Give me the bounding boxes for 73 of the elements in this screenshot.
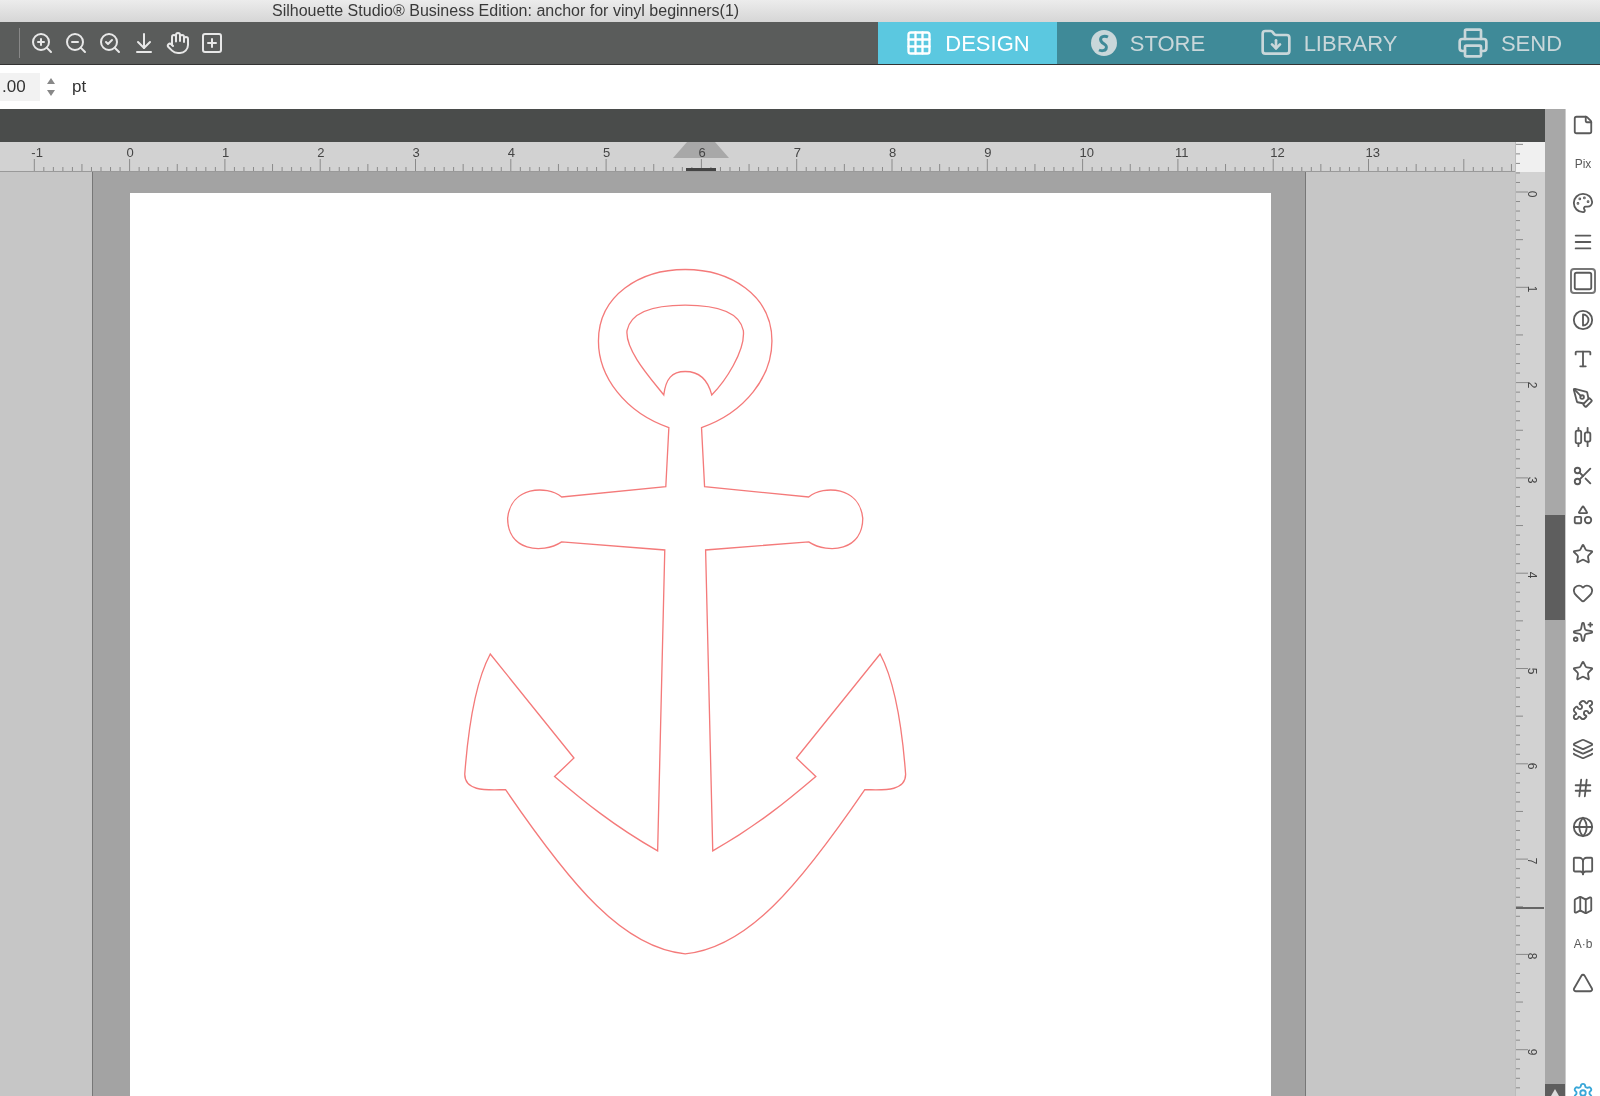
sparkles-icon: [1572, 621, 1594, 643]
shapes-icon: [1572, 504, 1594, 526]
book-icon: [1572, 855, 1594, 877]
square-icon: [1572, 270, 1594, 292]
panel-button[interactable]: [1570, 697, 1596, 723]
ruler-label: 1: [221, 144, 230, 162]
scrollbar-thumb[interactable]: [1545, 515, 1565, 620]
heart-icon: [1572, 582, 1594, 604]
star-icon: [1572, 660, 1594, 682]
panel-button[interactable]: [1570, 190, 1596, 216]
panel-button[interactable]: [1570, 268, 1596, 294]
ruler-label: 4: [1526, 571, 1539, 579]
layers-icon: [1572, 738, 1594, 760]
panel-button[interactable]: A·b: [1570, 931, 1596, 957]
ruler-label: 3: [1526, 476, 1539, 484]
grid-icon: [905, 29, 934, 57]
ruler-label: -1: [31, 144, 43, 162]
ruler-label: 6: [698, 144, 706, 162]
ruler-label: 11: [1174, 144, 1189, 162]
nav-tab[interactable]: LIBRARY: [1238, 22, 1419, 64]
ruler-label: 2: [1526, 381, 1539, 388]
nav-tab[interactable]: DESIGN: [878, 22, 1057, 64]
ruler-label: 2: [317, 144, 325, 162]
nav-tab[interactable]: STORE: [1057, 22, 1238, 64]
scissors-icon: [1572, 465, 1594, 487]
ruler-label: 1: [1526, 285, 1539, 293]
stepper-icon[interactable]: [46, 76, 56, 98]
type-icon: [1572, 348, 1594, 370]
ruler-label: 0: [1526, 190, 1539, 198]
zoom-in-icon[interactable]: [30, 31, 54, 55]
ruler-label: 9: [1526, 1048, 1539, 1056]
fit-page-icon[interactable]: [200, 31, 224, 55]
page-icon: [1572, 114, 1594, 136]
ruler-label: 8: [889, 144, 897, 162]
ruler-label: 3: [412, 144, 420, 162]
logo-icon: [1089, 29, 1118, 57]
hand-icon[interactable]: [166, 31, 190, 55]
panel-button[interactable]: Pix: [1570, 151, 1596, 177]
pen-icon: [1572, 387, 1594, 409]
printer-icon: [1456, 27, 1489, 59]
ruler-label: 0: [126, 144, 134, 162]
zoom-selection-icon[interactable]: [98, 31, 122, 55]
panel-button[interactable]: [1570, 736, 1596, 762]
number-field[interactable]: .00: [0, 73, 40, 101]
ruler-label: 10: [1079, 144, 1095, 162]
ruler-label: 7: [793, 144, 801, 162]
ruler-label: 12: [1270, 144, 1285, 162]
panel-button[interactable]: [1570, 307, 1596, 333]
half-circle-icon: [1572, 309, 1594, 331]
ruler-label: 7: [1526, 857, 1539, 865]
puzzle-icon: [1572, 699, 1594, 721]
unit-label: pt: [72, 76, 87, 99]
zoom-out-icon[interactable]: [64, 31, 88, 55]
ruler-label: 4: [507, 144, 516, 162]
ruler-label: 9: [984, 144, 992, 162]
globe-icon: [1572, 816, 1594, 838]
align-icon: [1572, 426, 1594, 448]
panel-button[interactable]: [1570, 814, 1596, 840]
map-icon: [1572, 894, 1594, 916]
ruler-label: 13: [1365, 144, 1380, 162]
ruler-label: 6: [1526, 762, 1539, 770]
window-title: Silhouette Studio® Business Edition: anchor for vinyl beginners(1): [272, 3, 740, 19]
nav-tab[interactable]: SEND: [1419, 22, 1600, 64]
triangle-icon: [1572, 972, 1594, 994]
ruler-label: 5: [603, 144, 611, 162]
palette-icon: [1572, 192, 1594, 214]
panel-button[interactable]: [1570, 619, 1596, 645]
hash-icon: [1572, 777, 1594, 799]
ruler-label: 8: [1526, 953, 1539, 960]
ruler-label: 5: [1526, 667, 1539, 674]
ruler-corner: [1516, 142, 1545, 172]
panel-button[interactable]: [1570, 385, 1596, 411]
star-icon: [1572, 543, 1594, 565]
